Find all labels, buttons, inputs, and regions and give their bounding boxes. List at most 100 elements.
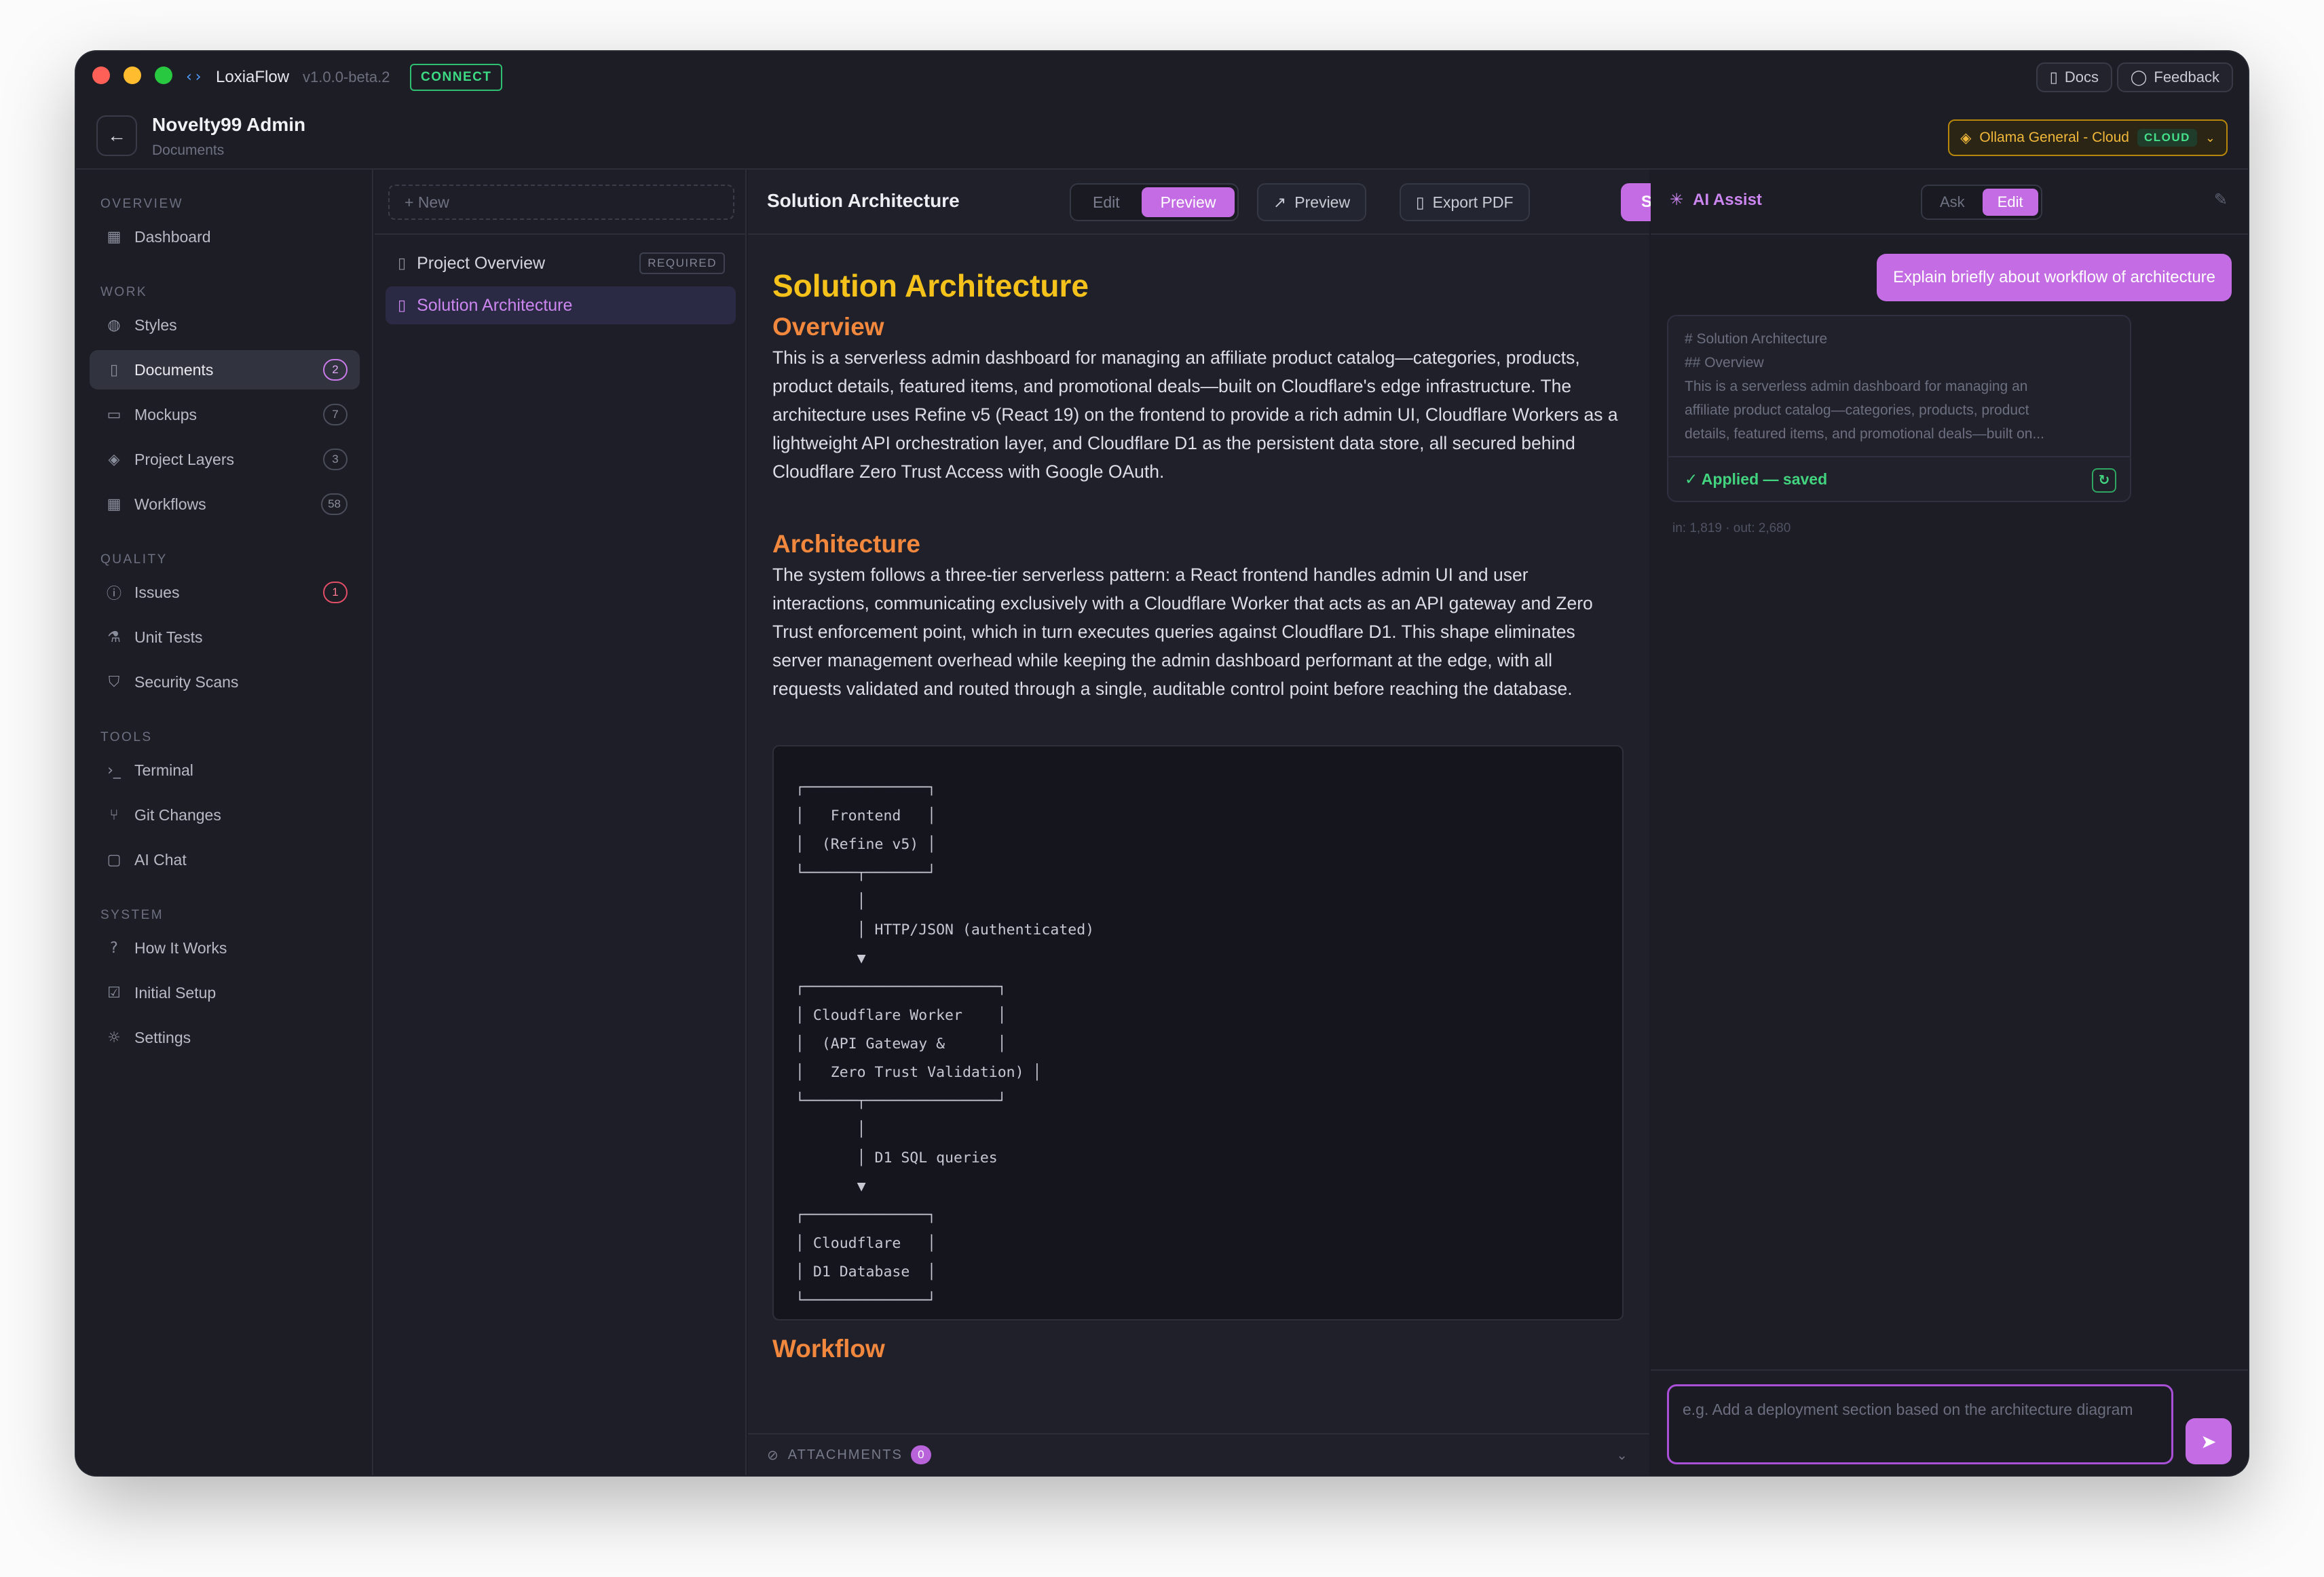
response-line: # Solution Architecture	[1685, 331, 1828, 347]
docs-label: Docs	[2064, 69, 2099, 86]
applied-status: ✓ Applied — saved ↻	[1668, 456, 2130, 501]
sidebar-item-initial-setup[interactable]: ☑ Initial Setup	[90, 973, 360, 1012]
sidebar-item-mockups[interactable]: ▭ Mockups 7	[90, 395, 360, 434]
export-pdf-button[interactable]: ▯ Export PDF	[1400, 183, 1530, 221]
sidebar-item-workflows[interactable]: ▦ Workflows 58	[90, 484, 360, 524]
ai-mode-toggle: Ask Edit	[1921, 185, 2042, 220]
chat-input-area: e.g. Add a deployment section based on t…	[1651, 1369, 2248, 1475]
app-name: LoxiaFlow	[216, 68, 290, 86]
ai-mode-edit-tab[interactable]: Edit	[1982, 189, 2038, 216]
palette-icon: ◍	[107, 316, 121, 334]
attachments-bar[interactable]: ⊘ ATTACHMENTS 0 ⌄	[748, 1433, 1649, 1475]
title-bar: ‹› LoxiaFlow v1.0.0-beta.2 CONNECT ▯ Doc…	[76, 52, 2248, 170]
sidebar-item-label: AI Chat	[134, 850, 187, 869]
pencil-icon[interactable]: ✎	[2214, 190, 2228, 210]
sidebar-item-git-changes[interactable]: ⑂ Git Changes	[90, 795, 360, 835]
code-brackets-icon: ‹›	[185, 69, 203, 86]
revert-icon[interactable]: ↻	[2092, 468, 2116, 493]
shield-icon: ⛉	[108, 673, 120, 691]
sidebar-item-how-it-works[interactable]: ? How It Works	[90, 928, 360, 968]
sidebar-item-settings[interactable]: ☼ Settings	[90, 1018, 360, 1057]
sidebar-section-overview: OVERVIEW	[100, 197, 184, 211]
documents-count-badge: 2	[323, 359, 348, 381]
sidebar-item-project-layers[interactable]: ◈ Project Layers 3	[90, 440, 360, 479]
ai-assist-panel: ✳ AI Assist Ask Edit ✎ Explain briefly a…	[1651, 170, 2248, 1475]
chat-icon: ▢	[107, 851, 121, 869]
response-line: ## Overview	[1685, 355, 1764, 370]
sidebar-item-issues[interactable]: ⓘ Issues 1	[90, 573, 360, 612]
ai-mode-ask-tab[interactable]: Ask	[1925, 189, 1980, 216]
sidebar-item-label: Dashboard	[134, 227, 211, 246]
token-usage: in: 1,819 · out: 2,680	[1672, 521, 1791, 535]
export-label: Export PDF	[1432, 193, 1514, 211]
sidebar-item-unit-tests[interactable]: ⚗ Unit Tests	[90, 618, 360, 657]
alert-circle-icon: ⓘ	[106, 586, 121, 603]
chat-input[interactable]: e.g. Add a deployment section based on t…	[1667, 1384, 2173, 1464]
editor-title: Solution Architecture	[767, 190, 960, 211]
applied-label: ✓ Applied — saved	[1685, 470, 1828, 488]
response-line: This is a serverless admin dashboard for…	[1685, 379, 2028, 394]
response-line: details, featured items, and promotional…	[1685, 426, 2044, 442]
sidebar-item-label: Project Layers	[134, 450, 235, 468]
paperclip-icon: ⊘	[767, 1447, 780, 1463]
doc-paragraph-overview: This is a serverless admin dashboard for…	[772, 347, 1618, 482]
model-name: Ollama General - Cloud	[1979, 130, 2129, 145]
maximize-window-button[interactable]	[155, 66, 172, 84]
editor-toolbar: Solution Architecture Edit Preview ↗ Pre…	[748, 170, 1700, 235]
workflows-count-badge: 58	[321, 493, 348, 515]
send-button[interactable]: ➤	[2186, 1418, 2232, 1464]
sidebar-item-label: Settings	[134, 1028, 191, 1046]
sidebar-item-label: How It Works	[134, 938, 227, 957]
sidebar-section-system: SYSTEM	[100, 908, 164, 922]
attachments-label: ATTACHMENTS	[787, 1447, 903, 1462]
external-link-icon: ↗	[1273, 193, 1287, 211]
chevron-down-icon: ⌄	[2205, 130, 2215, 145]
sidebar-item-terminal[interactable]: ›_ Terminal	[90, 750, 360, 790]
preview-button[interactable]: ↗ Preview	[1257, 183, 1367, 221]
document-item-label: Solution Architecture	[417, 295, 573, 315]
terminal-icon: ›_	[107, 761, 121, 779]
document-item-solution-architecture[interactable]: ▯ Solution Architecture	[386, 286, 736, 324]
git-branch-icon: ⑂	[109, 806, 119, 824]
sidebar-item-dashboard[interactable]: ▦ Dashboard	[90, 217, 360, 256]
sidebar-section-tools: TOOLS	[100, 730, 153, 744]
doc-heading-workflow: Workflow	[772, 1335, 885, 1363]
new-document-button[interactable]: + New	[388, 185, 734, 220]
sidebar-item-ai-chat[interactable]: ▢ AI Chat	[90, 840, 360, 879]
mockups-count-badge: 7	[323, 404, 348, 425]
connect-button[interactable]: CONNECT	[410, 64, 503, 91]
grid-icon: ▦	[107, 228, 121, 246]
doc-paragraph-architecture: The system follows a three-tier serverle…	[772, 565, 1593, 699]
ai-assist-label: AI Assist	[1693, 190, 1762, 209]
file-icon: ▯	[398, 254, 407, 271]
document-item-project-overview[interactable]: ▯ Project Overview REQUIRED	[386, 244, 736, 282]
grid-icon: ▦	[107, 495, 121, 513]
sidebar-item-label: Unit Tests	[134, 628, 203, 646]
book-icon: ▯	[2049, 69, 2058, 86]
architecture-diagram-codeblock: ┌──────────────┐ │ Frontend │ │ (Refine …	[772, 745, 1624, 1320]
sidebar-item-label: Initial Setup	[134, 983, 217, 1002]
sidebar-item-label: Workflows	[134, 495, 206, 513]
mode-edit-tab[interactable]: Edit	[1074, 187, 1139, 217]
docs-button[interactable]: ▯ Docs	[2036, 62, 2112, 92]
close-window-button[interactable]	[92, 66, 110, 84]
sidebar-item-label: Issues	[134, 583, 180, 601]
sidebar-item-documents[interactable]: ▯ Documents 2	[90, 350, 360, 390]
mode-preview-tab[interactable]: Preview	[1141, 187, 1235, 217]
sidebar-item-security-scans[interactable]: ⛉ Security Scans	[90, 662, 360, 702]
model-selector[interactable]: ◈ Ollama General - Cloud CLOUD ⌄	[1948, 119, 2228, 156]
sidebar-item-label: Documents	[134, 360, 214, 379]
back-button[interactable]: ←	[96, 115, 137, 156]
issues-count-badge: 1	[323, 582, 348, 603]
minimize-window-button[interactable]	[124, 66, 141, 84]
sidebar-item-styles[interactable]: ◍ Styles	[90, 305, 360, 345]
message-icon: ◯	[2130, 69, 2148, 86]
architecture-diagram: ┌──────────────┐ │ Frontend │ │ (Refine …	[795, 779, 1095, 1309]
feedback-button[interactable]: ◯ Feedback	[2116, 62, 2233, 92]
project-subtitle: Documents	[152, 142, 225, 158]
doc-heading-overview: Overview	[772, 313, 884, 341]
app-version: v1.0.0-beta.2	[303, 69, 390, 86]
response-line: affiliate product catalog—categories, pr…	[1685, 402, 2029, 418]
layers-icon: ◈	[1960, 130, 1972, 146]
file-icon: ▯	[1416, 193, 1425, 211]
